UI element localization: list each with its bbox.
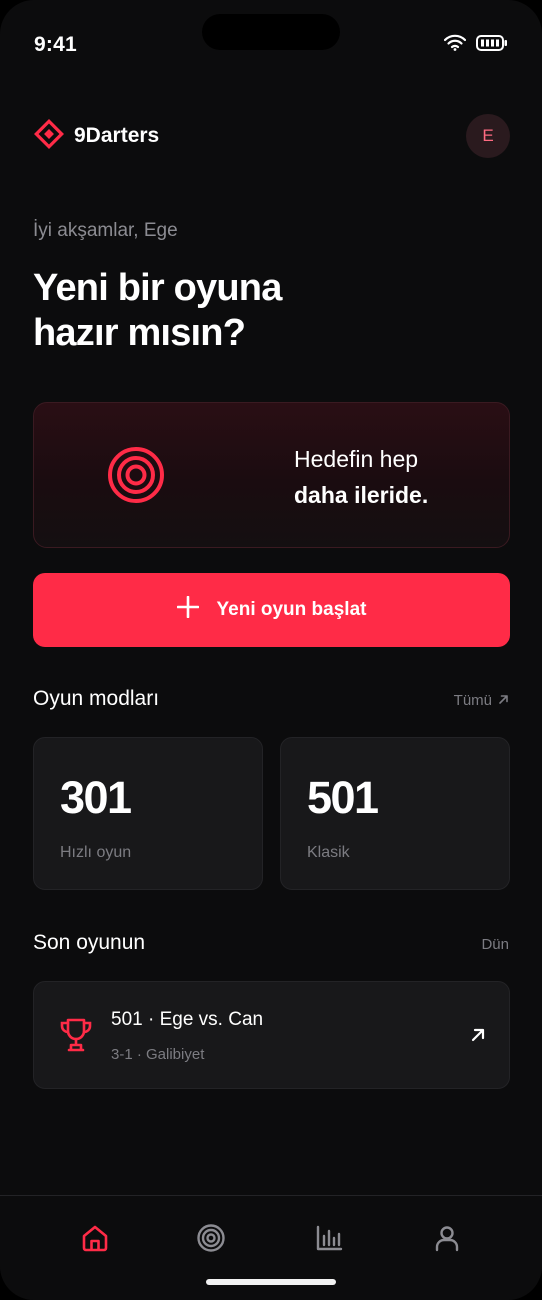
tab-home[interactable] xyxy=(75,1220,115,1260)
mode-value: 501 xyxy=(307,772,379,823)
greeting: İyi akşamlar, Ege xyxy=(33,220,178,241)
home-indicator[interactable] xyxy=(206,1279,336,1285)
see-all-label: Tümü xyxy=(453,692,492,709)
last-game-section-title: Son oyunun xyxy=(33,931,146,954)
brand-name: 9Darters xyxy=(74,124,160,147)
hero-line-2: daha ileride. xyxy=(294,482,429,508)
arrow-up-right-icon xyxy=(498,692,509,709)
trophy-icon xyxy=(58,1017,94,1058)
arrow-up-right-icon[interactable] xyxy=(471,1028,485,1047)
game-title: 501 · Ege vs. Can xyxy=(111,1009,264,1030)
home-icon xyxy=(80,1223,110,1258)
new-game-button[interactable]: Yeni oyun başlat xyxy=(33,573,510,647)
hero-line-1: Hedefin hep xyxy=(294,446,419,472)
hero-text: Hedefin hep daha ileride. xyxy=(294,441,428,513)
target-icon xyxy=(196,1223,226,1258)
brand[interactable]: 9Darters xyxy=(34,118,160,154)
status-icons xyxy=(443,34,508,56)
profile-icon xyxy=(432,1223,462,1258)
status-bar: 9:41 xyxy=(0,0,542,90)
page-title-line-2: hazır mısın? xyxy=(33,312,246,354)
status-time: 9:41 xyxy=(34,33,77,56)
mode-value: 301 xyxy=(60,772,132,823)
last-game-card[interactable]: 501 · Ege vs. Can 3-1 · Galibiyet xyxy=(33,981,510,1089)
phone-screen: 9:41 9Darters E İyi akşamlar, Ege Yeni b… xyxy=(0,0,542,1300)
mode-label: Hızlı oyun xyxy=(60,844,132,861)
mode-card-301[interactable]: 301 Hızlı oyun xyxy=(33,737,263,890)
page-title-line-1: Yeni bir oyuna xyxy=(33,267,282,309)
game-result: 3-1 · Galibiyet xyxy=(111,1046,205,1063)
page-title: Yeni bir oyuna hazır mısın? xyxy=(33,266,393,356)
logo-icon xyxy=(34,118,64,154)
modes-section-title: Oyun modları xyxy=(33,687,160,710)
mode-card-501[interactable]: 501 Klasik xyxy=(280,737,510,890)
avatar[interactable]: E xyxy=(466,114,510,158)
dynamic-island xyxy=(202,14,340,50)
tab-stats[interactable] xyxy=(309,1220,349,1260)
tab-target[interactable] xyxy=(191,1220,231,1260)
see-all-link[interactable]: Tümü xyxy=(454,692,509,709)
tab-profile[interactable] xyxy=(427,1220,467,1260)
plus-icon xyxy=(176,595,199,624)
wifi-icon xyxy=(443,34,467,56)
battery-icon xyxy=(476,34,508,56)
hero-card: Hedefin hep daha ileride. xyxy=(33,402,510,548)
last-game-date: Dün xyxy=(481,936,509,953)
target-icon xyxy=(106,445,166,510)
new-game-label: Yeni oyun başlat xyxy=(216,599,367,620)
mode-label: Klasik xyxy=(307,844,350,861)
stats-icon xyxy=(314,1223,344,1258)
app-header: 9Darters E xyxy=(34,112,510,160)
